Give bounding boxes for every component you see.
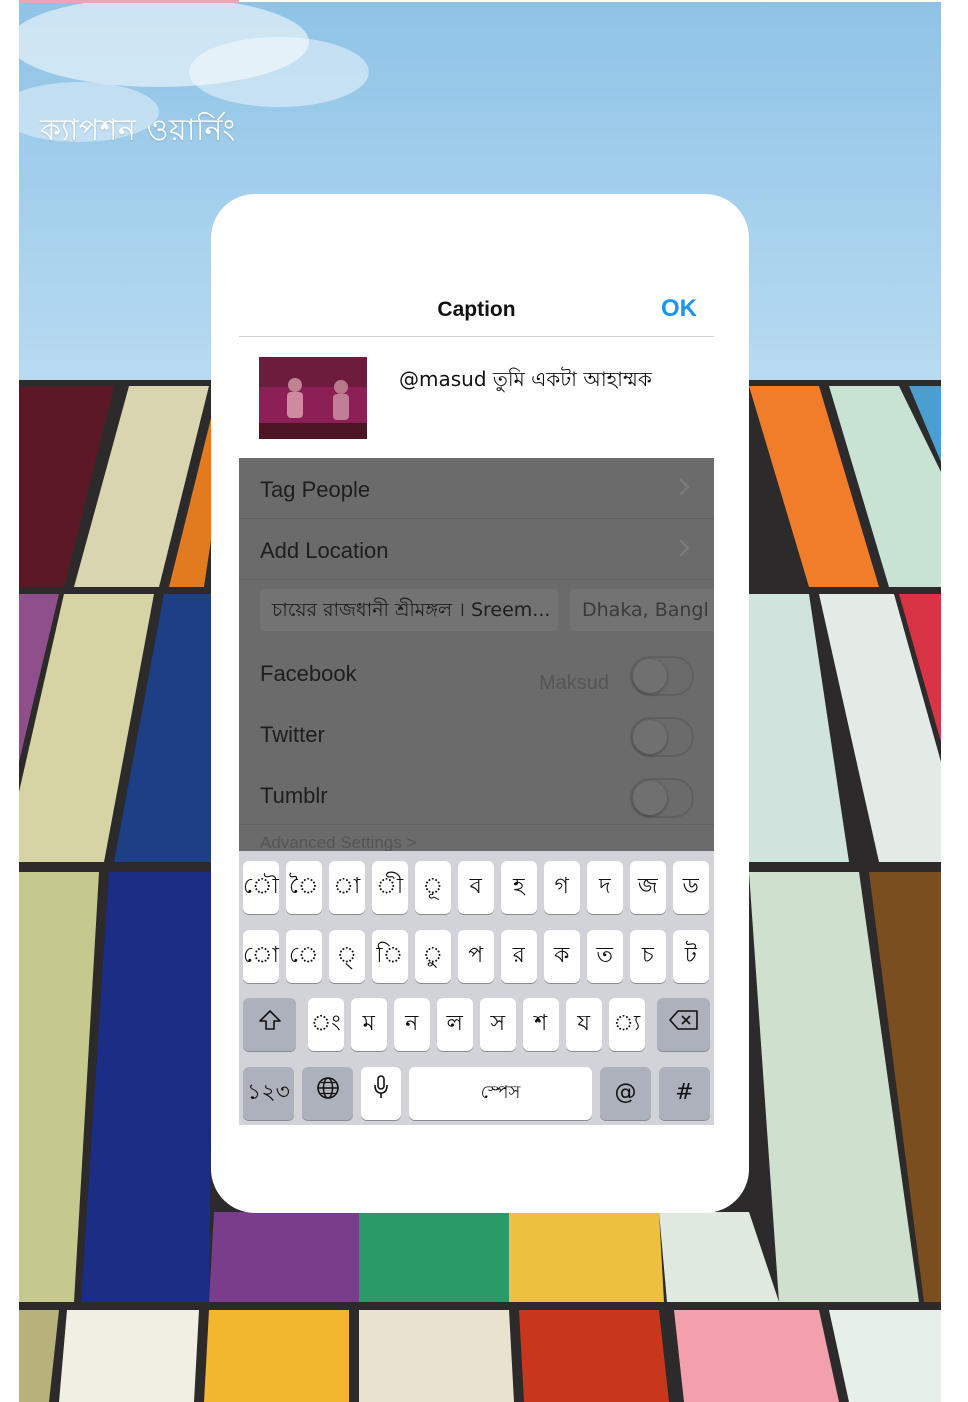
location-chip[interactable]: চায়ের রাজধানী শ্রীমঙ্গল । Sreem... — [260, 589, 558, 631]
keyboard-letter-key[interactable]: দ — [587, 861, 623, 914]
settings-dimmed-panel: Tag People Add Location চায়ের রাজধানী শ… — [239, 458, 714, 851]
shift-icon — [258, 999, 282, 1050]
twitter-label: Twitter — [260, 722, 325, 747]
ok-button[interactable]: OK — [661, 295, 697, 323]
globe-icon — [316, 1068, 340, 1119]
keyboard-letter-key[interactable]: ো — [243, 930, 279, 983]
facebook-label: Facebook — [260, 661, 357, 686]
facebook-account-name: Maksud — [539, 672, 610, 694]
keyboard-letter-key[interactable]: ন — [394, 998, 430, 1051]
keyboard-letter-key[interactable]: স — [480, 998, 516, 1051]
microphone-icon — [373, 1068, 389, 1119]
facebook-share-row: Facebook Maksud — [239, 642, 714, 703]
advanced-settings-link[interactable]: Advanced Settings > — [260, 833, 416, 851]
keyboard-letter-key[interactable]: ু — [415, 930, 451, 983]
keyboard-letter-key[interactable]: ূ — [415, 861, 451, 914]
photo-thumbnail — [259, 357, 367, 439]
keyboard-letter-key[interactable]: ্ — [329, 930, 365, 983]
keyboard-letter-key[interactable]: ৌ — [243, 861, 279, 914]
hash-key[interactable]: # — [659, 1067, 710, 1120]
toggle-knob — [633, 720, 667, 754]
globe-key[interactable] — [302, 1067, 353, 1120]
backspace-key[interactable] — [657, 998, 710, 1051]
keyboard-letter-key[interactable]: হ — [501, 861, 537, 914]
at-key[interactable]: @ — [600, 1067, 651, 1120]
tag-people-label: Tag People — [260, 477, 371, 502]
backspace-icon — [668, 999, 699, 1050]
keyboard-letter-key[interactable]: জ — [630, 861, 666, 914]
chevron-right-icon — [678, 476, 690, 498]
keyboard-letter-key[interactable]: ং — [308, 998, 344, 1051]
keyboard-letter-key[interactable]: ৈ — [286, 861, 322, 914]
keyboard-letter-key[interactable]: শ — [523, 998, 559, 1051]
chevron-right-icon — [678, 537, 690, 559]
space-key[interactable]: স্পেস — [409, 1067, 592, 1120]
facebook-toggle[interactable] — [630, 656, 694, 696]
keyboard-letter-key[interactable]: ম — [351, 998, 387, 1051]
microphone-key[interactable] — [361, 1067, 401, 1120]
story-progress-bar — [19, 0, 239, 3]
toggle-knob — [633, 659, 667, 693]
location-suggestions: চায়ের রাজধানী শ্রীমঙ্গল । Sreem... Dhak… — [239, 580, 714, 641]
keyboard-letter-key[interactable]: ্য — [609, 998, 645, 1051]
bangla-keyboard: ১২৩ স্পেস @ # ৌ ৈ া ী ূ ব হ গ দ জ ড ো ে … — [239, 851, 714, 1125]
caption-input[interactable]: @masud তুমি একটা আহাম্মক — [399, 365, 652, 398]
location-chip[interactable]: Dhaka, Bangl — [570, 589, 714, 631]
compose-area: @masud তুমি একটা আহাম্মক — [239, 337, 714, 458]
keyboard-letter-key[interactable]: প — [458, 930, 494, 983]
keyboard-letter-key[interactable]: গ — [544, 861, 580, 914]
twitter-share-row: Twitter — [239, 703, 714, 764]
keyboard-letter-key[interactable]: ল — [437, 998, 473, 1051]
keyboard-letter-key[interactable]: ে — [286, 930, 322, 983]
nav-title: Caption — [437, 298, 516, 321]
tag-people-row[interactable]: Tag People — [239, 458, 714, 519]
keyboard-letter-key[interactable]: ড — [673, 861, 709, 914]
shift-key[interactable] — [243, 998, 296, 1051]
tumblr-share-row: Tumblr — [239, 764, 714, 825]
caption-screen: Caption OK @masud তুমি একটা আহাম্মক Tag … — [239, 274, 714, 1125]
twitter-toggle[interactable] — [630, 717, 694, 757]
add-location-row[interactable]: Add Location — [239, 519, 714, 580]
nav-bar: Caption OK — [239, 274, 714, 337]
keyboard-letter-key[interactable]: ট — [673, 930, 709, 983]
toggle-knob — [633, 781, 667, 815]
keyboard-letter-key[interactable]: ি — [372, 930, 408, 983]
keyboard-letter-key[interactable]: ত — [587, 930, 623, 983]
keyboard-letter-key[interactable]: চ — [630, 930, 666, 983]
page-heading: ক্যাপশন ওয়ার্নিং — [40, 113, 236, 148]
numbers-key[interactable]: ১২৩ — [243, 1067, 294, 1120]
keyboard-letter-key[interactable]: র — [501, 930, 537, 983]
tumblr-toggle[interactable] — [630, 778, 694, 818]
keyboard-letter-key[interactable]: ব — [458, 861, 494, 914]
add-location-label: Add Location — [260, 538, 389, 563]
keyboard-letter-key[interactable]: য — [566, 998, 602, 1051]
tumblr-label: Tumblr — [260, 783, 328, 808]
keyboard-letter-key[interactable]: ক — [544, 930, 580, 983]
keyboard-letter-key[interactable]: ী — [372, 861, 408, 914]
phone-mockup: Caption OK @masud তুমি একটা আহাম্মক Tag … — [211, 194, 749, 1213]
keyboard-letter-key[interactable]: া — [329, 861, 365, 914]
